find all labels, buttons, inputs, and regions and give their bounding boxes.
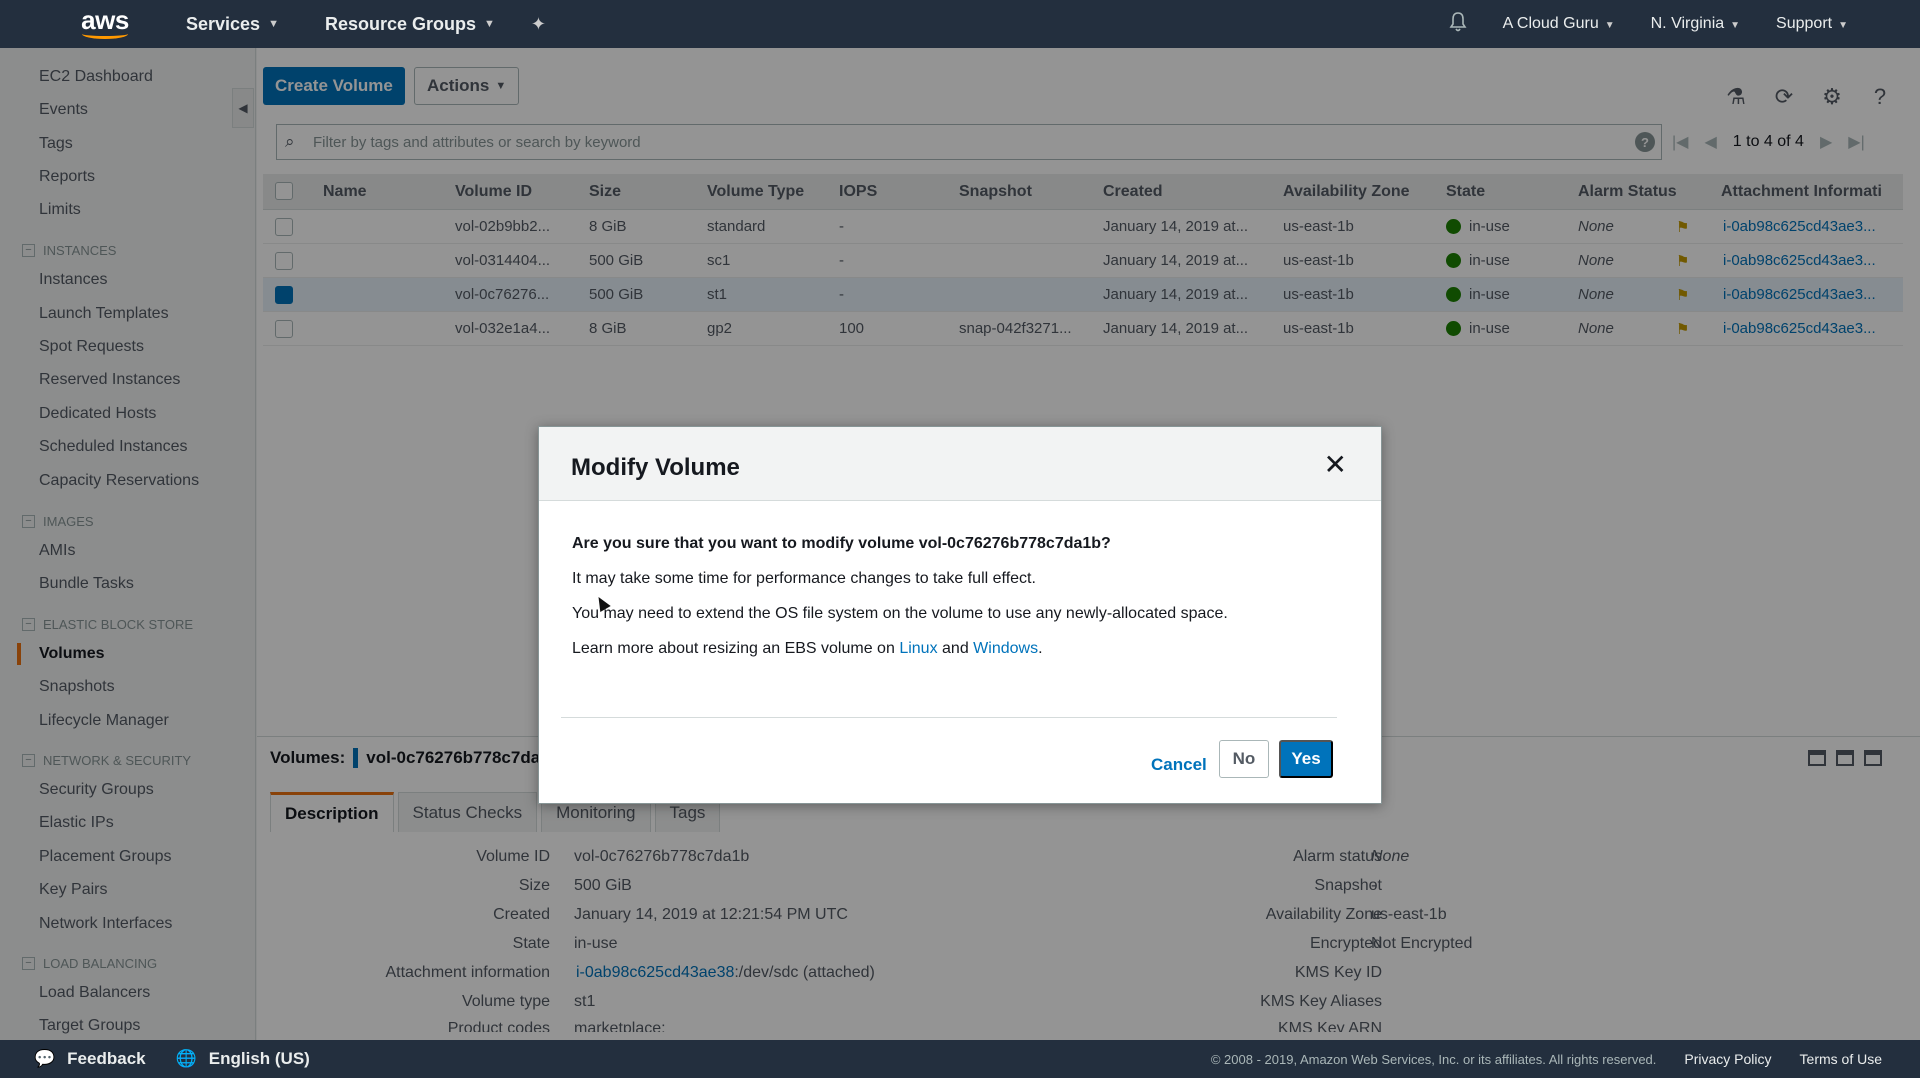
dialog-title: Modify Volume [571, 454, 740, 481]
modify-volume-dialog: Modify Volume ✕ Are you sure that you wa… [538, 426, 1382, 804]
and-text: and [942, 640, 969, 657]
services-label: Services [186, 13, 261, 34]
chevron-down-icon: ▼ [484, 18, 495, 30]
feedback-button[interactable]: 💬 Feedback [34, 1049, 146, 1069]
dialog-header: Modify Volume ✕ [539, 427, 1381, 501]
chevron-down-icon: ▼ [1604, 20, 1615, 31]
aws-logo[interactable]: aws [70, 5, 140, 39]
chevron-down-icon: ▼ [1730, 20, 1741, 31]
dialog-line-1: It may take some time for performance ch… [572, 570, 1036, 587]
language-label: English (US) [208, 1049, 310, 1068]
period-text: . [1038, 640, 1043, 657]
resize-help-text: Learn more about resizing an EBS volume … [572, 640, 895, 657]
services-menu[interactable]: Services ▼ [186, 14, 279, 35]
linux-link[interactable]: Linux [899, 640, 937, 657]
cancel-button[interactable]: Cancel [1151, 755, 1207, 775]
bell-icon[interactable] [1449, 11, 1467, 37]
account-label: A Cloud Guru [1502, 15, 1599, 32]
windows-link[interactable]: Windows [973, 640, 1038, 657]
globe-icon: 🌐 [175, 1049, 197, 1068]
aws-logo-text: aws [81, 5, 129, 35]
language-selector[interactable]: 🌐 English (US) [176, 1049, 310, 1069]
close-icon[interactable]: ✕ [1324, 451, 1347, 479]
chevron-down-icon: ▼ [1838, 20, 1848, 31]
pin-icon[interactable]: ✦ [531, 14, 546, 35]
feedback-label: Feedback [67, 1049, 146, 1068]
footer: 💬 Feedback 🌐 English (US) © 2008 - 2019, A… [0, 1040, 1920, 1078]
chevron-down-icon: ▼ [268, 18, 279, 30]
region-menu[interactable]: N. Virginia ▼ [1651, 15, 1740, 33]
speech-bubble-icon: 💬 [34, 1049, 56, 1068]
aws-smile-icon [82, 29, 128, 39]
privacy-policy-link[interactable]: Privacy Policy [1684, 1051, 1771, 1067]
dialog-question: Are you sure that you want to modify vol… [572, 535, 1111, 552]
no-button[interactable]: No [1219, 740, 1269, 778]
dialog-divider [561, 717, 1337, 718]
yes-button[interactable]: Yes [1279, 740, 1333, 778]
resource-groups-label: Resource Groups [324, 13, 477, 34]
support-label: Support [1776, 15, 1833, 32]
support-menu[interactable]: Support ▼ [1776, 15, 1848, 33]
terms-of-use-link[interactable]: Terms of Use [1800, 1051, 1882, 1067]
top-nav: aws Services ▼ Resource Groups ▼ ✦ A Clo… [0, 0, 1920, 48]
resource-groups-menu[interactable]: Resource Groups ▼ [325, 14, 495, 35]
dialog-line-3: Learn more about resizing an EBS volume … [572, 640, 1043, 658]
copyright: © 2008 - 2019, Amazon Web Services, Inc.… [1210, 1051, 1657, 1067]
account-menu[interactable]: A Cloud Guru ▼ [1503, 15, 1615, 33]
dialog-line-2: You may need to extend the OS file syste… [572, 605, 1228, 622]
region-label: N. Virginia [1650, 15, 1725, 32]
